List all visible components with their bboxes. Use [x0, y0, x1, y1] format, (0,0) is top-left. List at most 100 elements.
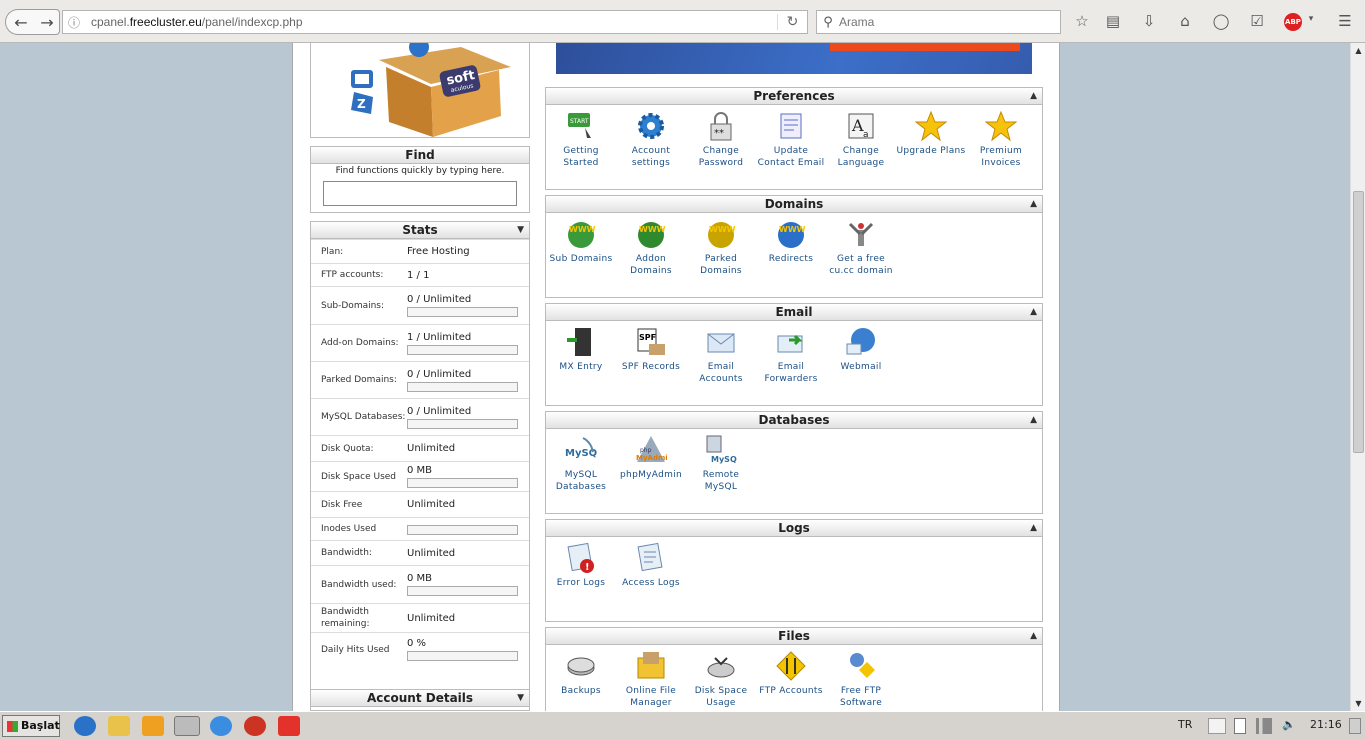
- panel-header[interactable]: Files ▲: [546, 628, 1042, 645]
- usage-progress-bar: [407, 344, 518, 355]
- panel-item[interactable]: Premium Invoices: [966, 110, 1036, 169]
- panel-item[interactable]: MySQL Remote MySQL: [686, 434, 756, 493]
- browser-app-icon[interactable]: [210, 716, 232, 736]
- panel-item[interactable]: START Getting Started: [546, 110, 616, 169]
- panel-item[interactable]: Backups: [546, 650, 616, 697]
- bookmarks-list-icon[interactable]: ▤: [1102, 12, 1124, 32]
- bookmark-star-icon[interactable]: ☆: [1071, 12, 1093, 32]
- search-input[interactable]: [839, 15, 1060, 29]
- reload-icon[interactable]: ↻: [777, 14, 807, 30]
- url-bar[interactable]: ⓘ cpanel.freecluster.eu/panel/indexcp.ph…: [62, 10, 808, 34]
- panel-item[interactable]: ! Error Logs: [546, 542, 616, 589]
- promo-banner[interactable]: [556, 43, 1032, 74]
- signal-icon[interactable]: [1256, 718, 1272, 734]
- panel-item[interactable]: MySQL MySQL Databases: [546, 434, 616, 493]
- forward-button[interactable]: →: [35, 9, 60, 35]
- url-text[interactable]: cpanel.freecluster.eu/panel/indexcp.php: [85, 15, 777, 29]
- stat-label: Add-on Domains:: [321, 338, 399, 348]
- panel-item[interactable]: Email Forwarders: [756, 326, 826, 385]
- collapse-triangle-icon[interactable]: ▲: [1030, 412, 1037, 428]
- svg-text:Z: Z: [357, 97, 366, 111]
- language-indicator[interactable]: TR: [1178, 718, 1192, 734]
- stat-label: MySQL Databases:: [321, 412, 406, 422]
- panel-item[interactable]: Upgrade Plans: [896, 110, 966, 157]
- panel-item[interactable]: Aa Change Language: [826, 110, 896, 169]
- start-label: Başlat: [21, 719, 60, 732]
- panel-header[interactable]: Domains ▲: [546, 196, 1042, 213]
- file-explorer-icon[interactable]: [108, 716, 130, 736]
- panel-item[interactable]: Get a free cu.cc domain: [826, 218, 896, 277]
- collapse-triangle-icon[interactable]: ▼: [517, 690, 524, 706]
- collapse-triangle-icon[interactable]: ▲: [1030, 88, 1037, 104]
- pocket-icon[interactable]: ☑: [1246, 12, 1268, 32]
- search-bar[interactable]: ⚲: [816, 10, 1061, 34]
- back-button[interactable]: ←: [5, 9, 36, 35]
- panel-header[interactable]: Preferences ▲: [546, 88, 1042, 105]
- folder-icon: [616, 650, 686, 682]
- softaculous-logo[interactable]: soft aculous Z: [310, 43, 530, 138]
- start-button[interactable]: Başlat: [2, 715, 60, 737]
- collapse-triangle-icon[interactable]: ▲: [1030, 628, 1037, 644]
- panel-item[interactable]: Online File Manager: [616, 650, 686, 709]
- svg-text:SPF: SPF: [639, 333, 656, 342]
- panel-item[interactable]: WWW Sub Domains: [546, 218, 616, 265]
- panel-header[interactable]: Databases ▲: [546, 412, 1042, 429]
- account-details-header[interactable]: Account Details ▼: [311, 690, 529, 707]
- stat-value: 0 MB: [407, 573, 433, 584]
- panel-preferences: Preferences ▲ START Getting Started Account …: [545, 87, 1043, 190]
- svg-text:START: START: [570, 118, 589, 125]
- stats-header[interactable]: Stats ▼: [311, 222, 529, 239]
- scroll-up-arrow-icon[interactable]: ▲: [1351, 43, 1365, 58]
- panel-item[interactable]: Webmail: [826, 326, 896, 373]
- panel-item-label: Free FTP Software: [839, 686, 883, 708]
- download-icon[interactable]: ⇩: [1138, 12, 1160, 32]
- adblock-dropdown-icon[interactable]: ▾: [1300, 14, 1322, 34]
- panel-header[interactable]: Logs ▲: [546, 520, 1042, 537]
- collapse-triangle-icon[interactable]: ▲: [1030, 520, 1037, 536]
- home-icon[interactable]: ⌂: [1174, 12, 1196, 32]
- panel-item[interactable]: WWW Redirects: [756, 218, 826, 265]
- panel-item-label: Email Forwarders: [764, 362, 818, 384]
- panel-item[interactable]: Access Logs: [616, 542, 686, 589]
- media-player-icon[interactable]: [142, 716, 164, 736]
- panel-header[interactable]: Email ▲: [546, 304, 1042, 321]
- internet-explorer-icon[interactable]: [74, 716, 96, 736]
- collapse-triangle-icon[interactable]: ▲: [1030, 304, 1037, 320]
- network-error-icon[interactable]: [1208, 718, 1226, 734]
- panel-item-label: Addon Domains: [630, 254, 672, 276]
- panel-item[interactable]: Email Accounts: [686, 326, 756, 385]
- page-scrollbar[interactable]: ▲ ▼: [1350, 43, 1365, 711]
- menu-hamburger-icon[interactable]: ☰: [1334, 12, 1356, 32]
- find-input[interactable]: [323, 181, 517, 206]
- chat-bubble-icon[interactable]: ◯: [1210, 12, 1232, 32]
- collapse-triangle-icon[interactable]: ▲: [1030, 196, 1037, 212]
- scroll-down-arrow-icon[interactable]: ▼: [1351, 696, 1365, 711]
- stat-value-cell: Free Hosting: [407, 246, 529, 257]
- panel-item[interactable]: Disk Space Usage: [686, 650, 756, 709]
- panel-item[interactable]: Account settings: [616, 110, 686, 169]
- mysql-icon: MySQL: [546, 434, 616, 466]
- clock[interactable]: 21:16: [1310, 718, 1342, 734]
- panel-databases: Databases▲ MySQLMySQL DatabasesMyAdminphp…: [545, 411, 1043, 514]
- stat-value-cell: 1 / Unlimited: [407, 332, 529, 355]
- info-icon[interactable]: ⓘ: [63, 14, 85, 31]
- panel-item[interactable]: ** Change Password: [686, 110, 756, 169]
- panel-item[interactable]: MX Entry: [546, 326, 616, 373]
- panel-item[interactable]: Update Contact Email: [756, 110, 826, 169]
- panel-item[interactable]: SPF SPF Records: [616, 326, 686, 373]
- show-desktop-button[interactable]: [1349, 718, 1361, 734]
- panel-item[interactable]: Free FTP Software: [826, 650, 896, 709]
- language-icon: Aa: [826, 110, 896, 142]
- panel-item[interactable]: WWW Addon Domains: [616, 218, 686, 277]
- volume-icon[interactable]: 🔈: [1282, 718, 1296, 734]
- panel-item[interactable]: MyAdminphpphpMyAdmin: [616, 434, 686, 481]
- lock-icon: **: [686, 110, 756, 142]
- panel-item[interactable]: FTP Accounts: [756, 650, 826, 697]
- vivaldi-icon[interactable]: [278, 716, 300, 736]
- clipboard-icon[interactable]: [1234, 718, 1246, 734]
- opera-icon[interactable]: [244, 716, 266, 736]
- scroll-thumb[interactable]: [1353, 191, 1364, 453]
- firefox-taskbar-icon[interactable]: [174, 716, 200, 736]
- panel-item[interactable]: WWW Parked Domains: [686, 218, 756, 277]
- collapse-triangle-icon[interactable]: ▼: [517, 222, 524, 238]
